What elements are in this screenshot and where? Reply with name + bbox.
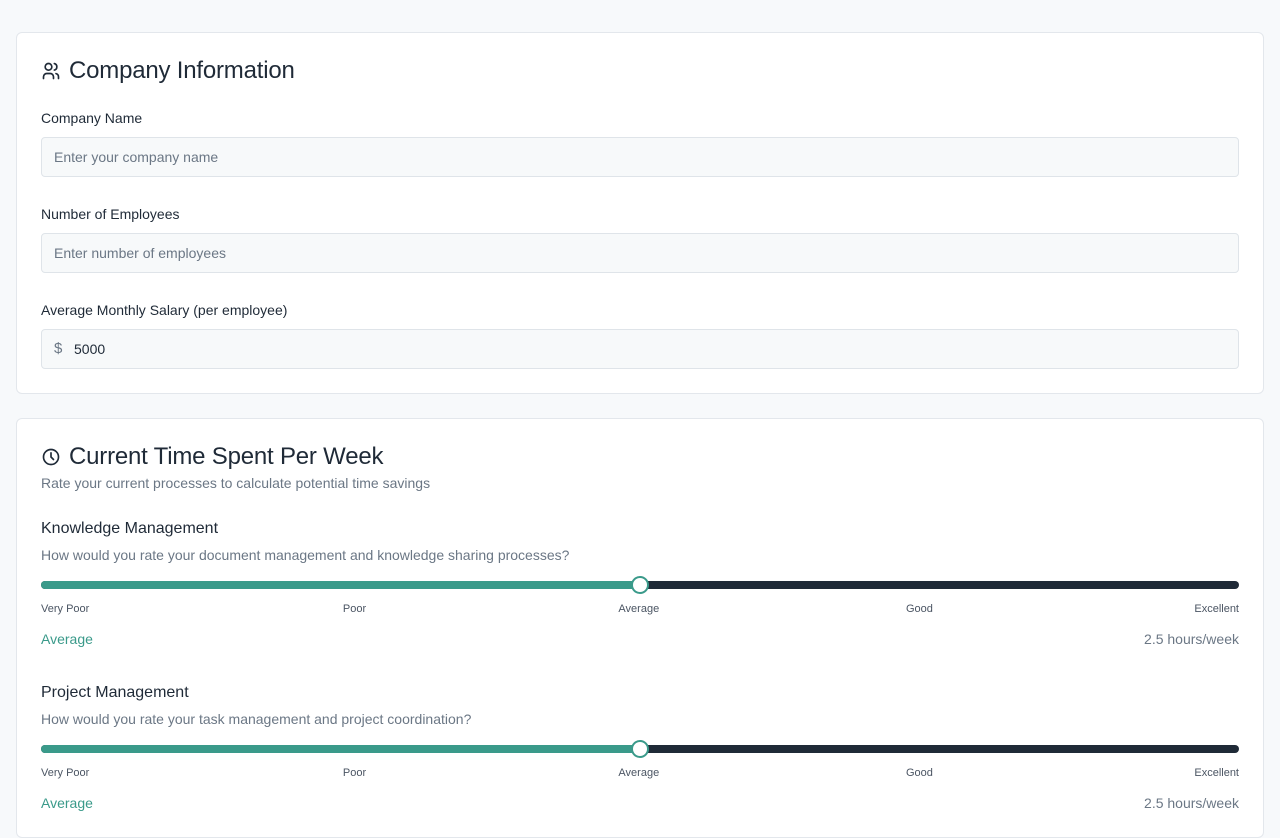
company-name-label: Company Name: [41, 110, 143, 126]
project-management-rating: Average: [41, 795, 93, 811]
time-spent-subtitle: Rate your current processes to calculate…: [41, 475, 431, 491]
employees-input[interactable]: [41, 233, 1239, 273]
salary-label: Average Monthly Salary (per employee): [41, 302, 288, 318]
scale-label-excellent: Excellent: [1194, 767, 1239, 779]
project-management-slider[interactable]: [41, 740, 1239, 758]
slider-thumb[interactable]: [631, 576, 649, 594]
time-spent-title: Current Time Spent Per Week: [69, 443, 384, 470]
scale-label-poor: Poor: [342, 603, 367, 615]
project-management-scale: Very Poor Poor Average Good Excellent: [41, 767, 1239, 781]
currency-prefix: $: [54, 340, 63, 357]
scale-label-average: Average: [618, 767, 660, 779]
scale-label-poor: Poor: [342, 767, 367, 779]
scale-label-average: Average: [618, 603, 660, 615]
scale-label-very-poor: Very Poor: [41, 603, 90, 615]
employees-label: Number of Employees: [41, 206, 180, 222]
project-management-hours: 2.5 hours/week: [1144, 795, 1239, 811]
knowledge-management-scale: Very Poor Poor Average Good Excellent: [41, 603, 1239, 617]
knowledge-management-description: How would you rate your document managem…: [41, 547, 570, 563]
time-spent-header: Current Time Spent Per Week: [41, 443, 383, 471]
company-name-input[interactable]: [41, 137, 1239, 177]
scale-label-good: Good: [905, 603, 933, 615]
knowledge-management-hours: 2.5 hours/week: [1144, 631, 1239, 647]
scale-label-excellent: Excellent: [1194, 603, 1239, 615]
project-management-description: How would you rate your task management …: [41, 711, 472, 727]
knowledge-management-rating: Average: [41, 631, 93, 647]
slider-fill: [41, 581, 640, 589]
knowledge-management-slider[interactable]: [41, 576, 1239, 594]
slider-thumb[interactable]: [631, 740, 649, 758]
scale-label-good: Good: [905, 767, 933, 779]
knowledge-management-title: Knowledge Management: [41, 520, 219, 537]
company-information-header: Company Information: [41, 57, 295, 85]
company-information-card: Company Information Company Name Number …: [16, 32, 1264, 394]
slider-fill: [41, 745, 640, 753]
salary-input[interactable]: [41, 329, 1239, 369]
clock-icon: [42, 448, 60, 466]
users-icon: [42, 62, 60, 80]
company-information-title: Company Information: [69, 57, 295, 84]
scale-label-very-poor: Very Poor: [41, 767, 90, 779]
time-spent-card: Current Time Spent Per Week Rate your cu…: [16, 418, 1264, 838]
project-management-title: Project Management: [41, 684, 189, 701]
